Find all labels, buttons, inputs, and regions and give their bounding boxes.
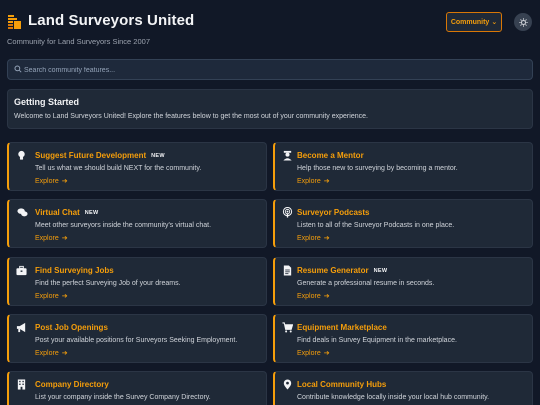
cart-icon <box>282 322 293 333</box>
explore-label: Explore <box>35 349 59 357</box>
arrow-right-icon: ➔ <box>323 293 330 300</box>
feature-card-become-mentor[interactable]: Become a Mentor Help those new to survey… <box>273 142 533 191</box>
explore-label: Explore <box>297 234 321 242</box>
new-badge: NEW <box>84 210 99 216</box>
chevron-down-icon: ⌄ <box>491 19 498 26</box>
explore-link[interactable]: Explore ➔ <box>35 177 68 186</box>
feature-card-virtual-chat[interactable]: Virtual Chat NEW Meet other surveyors ins… <box>7 199 267 248</box>
header: Land Surveyors United Community for Land… <box>7 10 532 50</box>
new-badge: NEW <box>151 153 165 159</box>
card-title: Post Job Openings <box>35 323 108 332</box>
card-title: Company Directory <box>35 380 109 389</box>
arrow-right-icon: ➔ <box>61 235 68 242</box>
card-description: Tell us what we should build NEXT for th… <box>35 165 202 172</box>
card-description: Contribute knowledge locally inside your… <box>297 394 490 401</box>
card-description: Meet other surveyors inside the communit… <box>35 222 212 229</box>
card-title: Suggest Future Development <box>35 151 147 160</box>
arrow-right-icon: ➔ <box>323 350 330 357</box>
arrow-right-icon: ➔ <box>61 350 68 357</box>
feature-card-equipment-marketplace[interactable]: Equipment Marketplace Find deals in Surv… <box>273 314 533 363</box>
podcast-icon <box>282 207 293 218</box>
briefcase-icon <box>16 265 27 276</box>
getting-started-title: Getting Started <box>14 97 80 107</box>
card-title: Equipment Marketplace <box>297 323 387 332</box>
card-title: Local Community Hubs <box>297 380 387 389</box>
explore-label: Explore <box>35 234 59 242</box>
theme-toggle-button[interactable] <box>514 13 532 31</box>
explore-link[interactable]: Explore ➔ <box>297 292 330 301</box>
community-button-label: Community <box>450 18 490 26</box>
tagline: Community for Land Surveyors Since 2007 <box>7 37 150 46</box>
search-input[interactable] <box>24 63 514 77</box>
app-title: Land Surveyors United <box>28 12 195 29</box>
new-badge: NEW <box>373 268 388 274</box>
page: Land Surveyors United Community for Land… <box>0 0 540 405</box>
location-pin-icon <box>283 379 292 390</box>
community-dropdown-button[interactable]: Community ⌄ <box>446 12 502 32</box>
card-description: Generate a professional resume in second… <box>297 280 435 287</box>
explore-link[interactable]: Explore ➔ <box>35 349 68 358</box>
arrow-right-icon: ➔ <box>323 178 330 185</box>
explore-label: Explore <box>297 177 321 185</box>
getting-started-text: Welcome to Land Surveyors United! Explor… <box>14 113 368 120</box>
card-description: Find deals in Survey Equipment in the ma… <box>297 337 457 344</box>
card-title: Surveyor Podcasts <box>297 208 370 217</box>
feature-card-post-jobs[interactable]: Post Job Openings Post your available po… <box>7 314 267 363</box>
arrow-right-icon: ➔ <box>61 178 68 185</box>
explore-label: Explore <box>35 292 59 300</box>
explore-label: Explore <box>35 177 59 185</box>
card-title: Virtual Chat <box>35 208 80 217</box>
card-description: List your company inside the Survey Comp… <box>35 394 211 401</box>
card-description: Listen to all of the Surveyor Podcasts i… <box>297 222 455 229</box>
explore-label: Explore <box>297 349 321 357</box>
mentor-icon <box>283 150 292 161</box>
logo-icon <box>7 13 22 30</box>
arrow-right-icon: ➔ <box>61 293 68 300</box>
card-description: Post your available positions for Survey… <box>35 337 238 344</box>
arrow-right-icon: ➔ <box>323 235 330 242</box>
getting-started-panel: Getting Started Welcome to Land Surveyor… <box>7 89 533 129</box>
explore-link[interactable]: Explore ➔ <box>35 292 68 301</box>
card-title: Find Surveying Jobs <box>35 266 114 275</box>
feature-card-company-directory[interactable]: Company Directory List your company insi… <box>7 371 267 405</box>
search-bar <box>7 59 533 80</box>
building-icon <box>17 379 26 390</box>
document-icon <box>283 265 292 276</box>
card-title: Become a Mentor <box>297 151 364 160</box>
feature-card-find-jobs[interactable]: Find Surveying Jobs Find the perfect Sur… <box>7 257 267 306</box>
explore-link[interactable]: Explore ➔ <box>297 177 330 186</box>
lightbulb-icon <box>18 150 25 160</box>
card-title: Resume Generator <box>297 266 369 275</box>
card-description: Help those new to surveying by becoming … <box>297 165 458 172</box>
search-icon <box>14 65 22 73</box>
feature-card-suggest-development[interactable]: Suggest Future Development NEW Tell us wh… <box>7 142 267 191</box>
explore-link[interactable]: Explore ➔ <box>297 234 330 243</box>
sun-icon <box>518 17 528 27</box>
megaphone-icon <box>16 322 26 333</box>
chat-icon <box>17 208 28 217</box>
explore-label: Explore <box>297 292 321 300</box>
explore-link[interactable]: Explore ➔ <box>297 349 330 358</box>
feature-card-surveyor-podcasts[interactable]: Surveyor Podcasts Listen to all of the S… <box>273 199 533 248</box>
explore-link[interactable]: Explore ➔ <box>35 234 68 243</box>
feature-card-resume-generator[interactable]: Resume Generator NEW Generate a professio… <box>273 257 533 306</box>
feature-card-local-hubs[interactable]: Local Community Hubs Contribute knowledg… <box>273 371 533 405</box>
card-description: Find the perfect Surveying Job of your d… <box>35 280 181 287</box>
